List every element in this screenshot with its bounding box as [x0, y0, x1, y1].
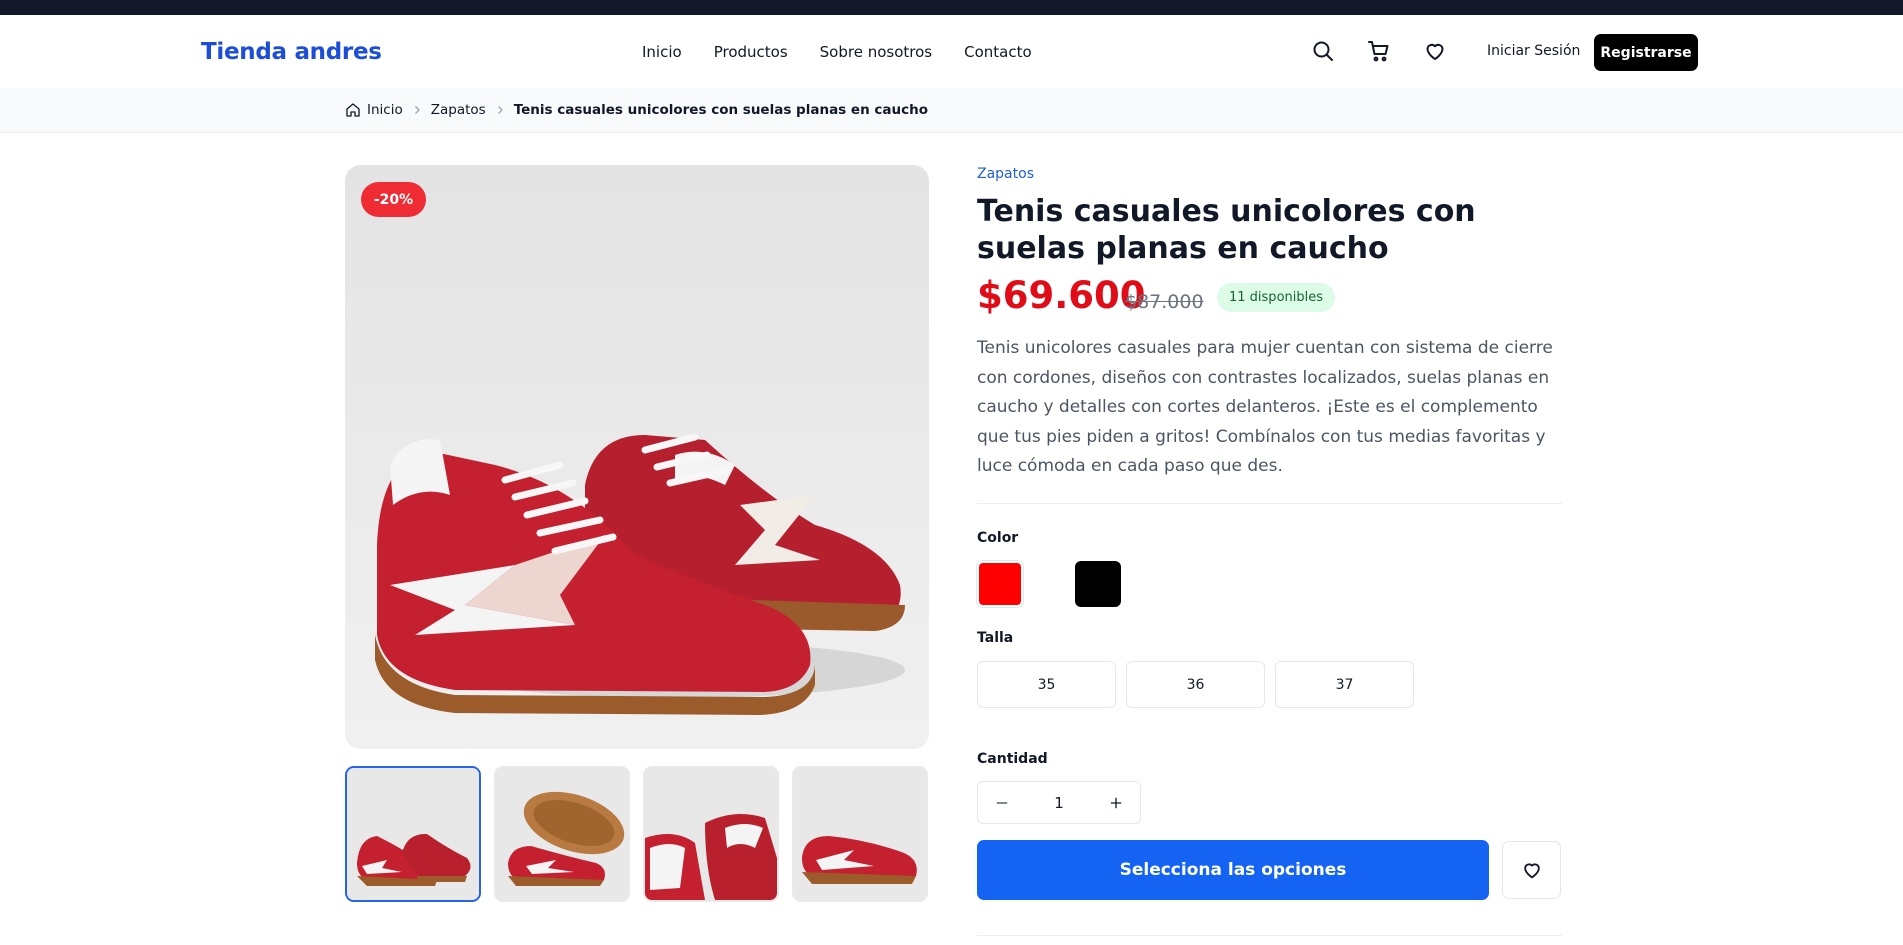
minus-icon[interactable] [990, 791, 1014, 815]
chevron-right-icon [403, 104, 431, 116]
nav-inicio[interactable]: Inicio [642, 43, 682, 61]
chevron-right-icon [486, 104, 514, 116]
color-label: Color [977, 530, 1019, 546]
search-icon[interactable] [1311, 39, 1335, 63]
discount-badge: -20% [361, 182, 426, 217]
divider [977, 503, 1562, 504]
size-option-37[interactable]: 37 [1275, 661, 1414, 708]
login-link[interactable]: Iniciar Sesión [1487, 43, 1580, 59]
quantity-stepper: 1 [977, 781, 1141, 824]
main-nav: Inicio Productos Sobre nosotros Contacto [642, 43, 1032, 61]
breadcrumb-zapatos[interactable]: Zapatos [431, 102, 486, 118]
thumbnail-2[interactable] [494, 766, 630, 902]
nav-productos[interactable]: Productos [714, 43, 788, 61]
breadcrumb-bar: Inicio Zapatos Tenis casuales unicolores… [0, 88, 1903, 133]
plus-icon[interactable] [1104, 791, 1128, 815]
breadcrumb: Inicio Zapatos Tenis casuales unicolores… [345, 102, 928, 118]
nav-contacto[interactable]: Contacto [964, 43, 1032, 61]
breadcrumb-inicio[interactable]: Inicio [367, 102, 403, 118]
register-button[interactable]: Registrarse [1594, 34, 1698, 71]
size-option-36[interactable]: 36 [1126, 661, 1265, 708]
select-options-button[interactable]: Selecciona las opciones [977, 840, 1489, 900]
size-option-35[interactable]: 35 [977, 661, 1116, 708]
stock-badge: 11 disponibles [1217, 283, 1336, 312]
color-swatch-red[interactable] [977, 561, 1023, 607]
color-swatch-black[interactable] [1075, 561, 1121, 607]
quantity-value[interactable]: 1 [1054, 794, 1064, 812]
breadcrumb-current: Tenis casuales unicolores con suelas pla… [513, 102, 928, 118]
divider [977, 935, 1562, 936]
thumbnail-strip [345, 766, 928, 902]
sneaker-image [345, 165, 929, 749]
thumbnail-4[interactable] [792, 766, 928, 902]
product-price: $69.600 [977, 274, 1146, 317]
size-label: Talla [977, 630, 1014, 646]
heart-icon [1521, 859, 1543, 881]
product-category-link[interactable]: Zapatos [977, 166, 1034, 182]
nav-sobre-nosotros[interactable]: Sobre nosotros [820, 43, 932, 61]
cart-icon[interactable] [1367, 39, 1391, 63]
wishlist-button[interactable] [1502, 841, 1561, 899]
site-logo[interactable]: Tienda andres [201, 39, 382, 65]
product-old-price: $87.000 [1125, 291, 1204, 313]
product-title: Tenis casuales unicolores con suelas pla… [977, 194, 1476, 266]
quantity-label: Cantidad [977, 751, 1048, 767]
product-main-image: -20% [345, 165, 929, 749]
site-header: Tienda andres Inicio Productos Sobre nos… [0, 15, 1903, 88]
product-description: Tenis unicolores casuales para mujer cue… [977, 338, 1553, 476]
top-strip [0, 0, 1903, 15]
thumbnail-3[interactable] [643, 766, 779, 902]
thumbnail-1[interactable] [345, 766, 481, 902]
home-icon [345, 102, 361, 118]
size-options: 35 36 37 [977, 661, 1414, 708]
heart-icon[interactable] [1423, 39, 1447, 63]
